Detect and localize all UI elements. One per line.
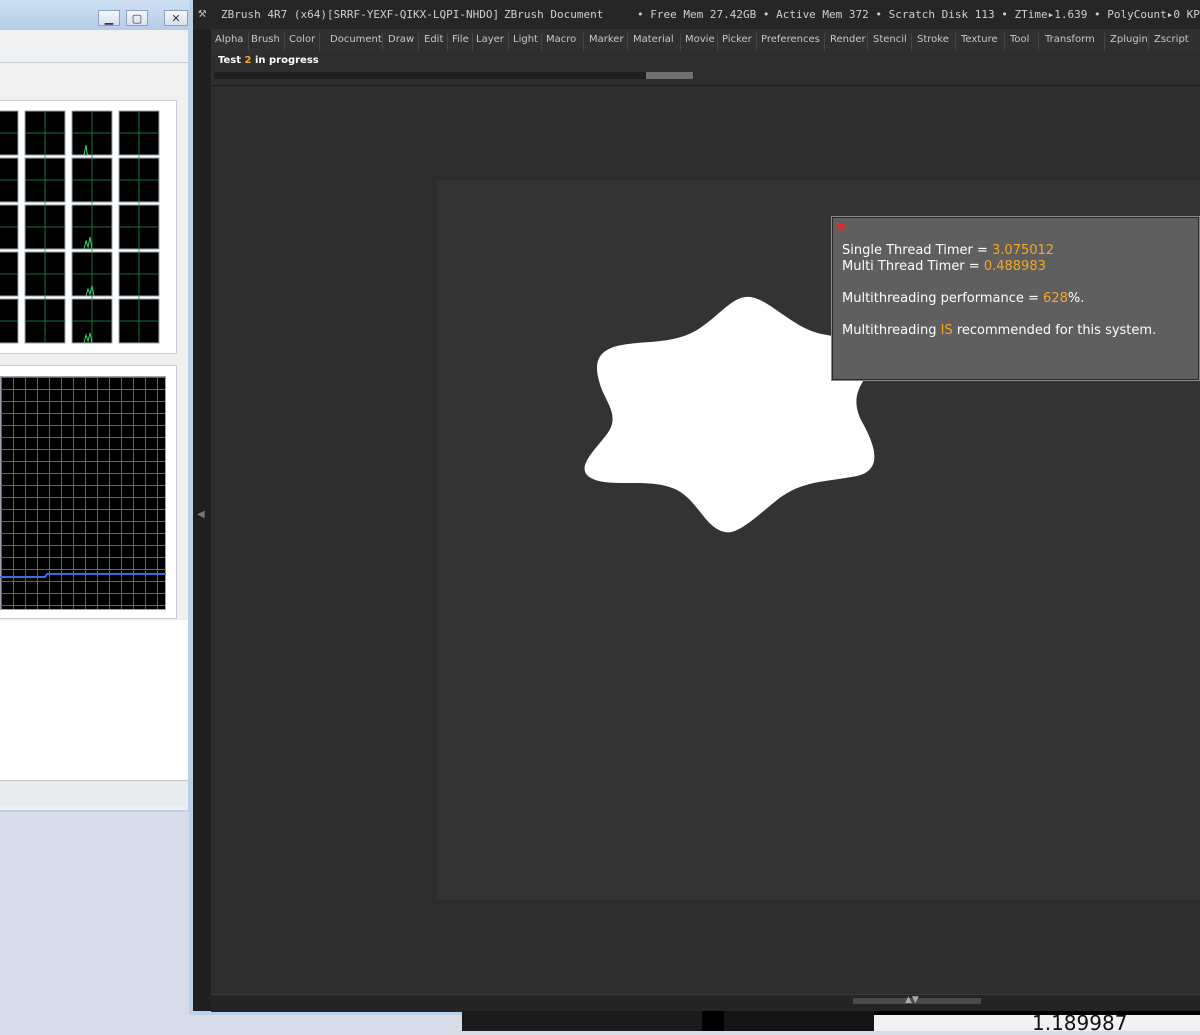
progress-indicator xyxy=(646,72,693,79)
menu-layer[interactable]: Layer xyxy=(476,34,504,45)
menu-brush[interactable]: Brush xyxy=(251,34,280,45)
menu-light[interactable]: Light xyxy=(513,34,538,45)
cpu-history-graphs xyxy=(0,110,160,344)
menu-transform[interactable]: Transform xyxy=(1045,34,1095,45)
menu-stroke[interactable]: Stroke xyxy=(917,34,949,45)
document-label: ZBrush Document xyxy=(504,8,604,21)
menu-movie[interactable]: Movie xyxy=(685,34,715,45)
menu-marker[interactable]: Marker xyxy=(589,34,624,45)
task-manager-tabs-band xyxy=(0,34,188,63)
window-title: ZBrush 4R7 (x64)[SRRF-YEXF-QIKX-LQPI-NHD… xyxy=(221,8,500,21)
memory-status: • Free Mem 27.42GB • Active Mem 372 • Sc… xyxy=(637,8,1200,21)
close-button[interactable]: ✕ xyxy=(164,10,188,26)
memory-usage-line xyxy=(0,573,166,578)
task-manager-empty-area xyxy=(0,620,188,780)
cpu-history-panel xyxy=(0,100,177,354)
task-manager-titlebar[interactable] xyxy=(0,0,190,30)
menu-zscript[interactable]: Zscript xyxy=(1154,34,1189,45)
performance-line: Multithreading performance = 628%. xyxy=(842,291,1085,306)
bottom-tray: ▲▼ xyxy=(211,994,1200,1012)
menu-file[interactable]: File xyxy=(452,34,469,45)
popup-close-button[interactable] xyxy=(838,223,845,230)
menu-picker[interactable]: Picker xyxy=(722,34,752,45)
progress-row: Test 2 in progress xyxy=(211,53,1200,86)
menu-draw[interactable]: Draw xyxy=(388,34,414,45)
menu-tool[interactable]: Tool xyxy=(1010,34,1029,45)
progress-track xyxy=(214,72,694,79)
progress-text: Test 2 in progress xyxy=(218,55,319,66)
menu-document[interactable]: Document xyxy=(330,34,382,45)
task-manager-statusbar xyxy=(0,780,188,807)
menu-macro[interactable]: Macro xyxy=(546,34,576,45)
bottom-readout: 1.189987 xyxy=(1032,1011,1128,1035)
menu-alpha[interactable]: Alpha xyxy=(215,34,243,45)
menu-preferences[interactable]: Preferences xyxy=(761,34,820,45)
multithreading-result-popup: Single Thread Timer = 3.075012 Multi Thr… xyxy=(831,216,1200,381)
recommendation-line: Multithreading IS recommended for this s… xyxy=(842,323,1157,338)
tray-arrow-icon[interactable]: ◀ xyxy=(197,509,205,520)
menu-color[interactable]: Color xyxy=(289,34,315,45)
minimize-icon: ▁ xyxy=(104,12,114,25)
memory-history-panel xyxy=(0,365,177,619)
maximize-button[interactable]: ▢ xyxy=(126,10,148,26)
close-icon: ✕ xyxy=(171,12,181,25)
maximize-icon: ▢ xyxy=(131,12,143,25)
menu-stencil[interactable]: Stencil xyxy=(873,34,907,45)
minimize-button[interactable]: ▁ xyxy=(98,10,120,26)
menu-material[interactable]: Material xyxy=(633,34,674,45)
background-window-strip: 1.189987 xyxy=(462,1011,1200,1035)
zbrush-titlebar[interactable]: ⚒ ZBrush 4R7 (x64)[SRRF-YEXF-QIKX-LQPI-N… xyxy=(193,0,1200,29)
menu-render[interactable]: Render xyxy=(830,34,866,45)
single-thread-line: Single Thread Timer = 3.075012 xyxy=(842,243,1055,258)
zbrush-logo-icon: ⚒ xyxy=(198,5,207,21)
menu-texture[interactable]: Texture xyxy=(961,34,998,45)
menu-edit[interactable]: Edit xyxy=(424,34,443,45)
left-tray[interactable]: ◀ xyxy=(193,29,211,1011)
tray-toggle-icon[interactable]: ▲▼ xyxy=(905,995,919,1005)
multi-thread-line: Multi Thread Timer = 0.488983 xyxy=(842,259,1046,274)
menu-zplugin[interactable]: Zplugin xyxy=(1110,34,1148,45)
menu-bar: Alpha Brush Color Document Draw Edit Fil… xyxy=(211,29,1200,53)
